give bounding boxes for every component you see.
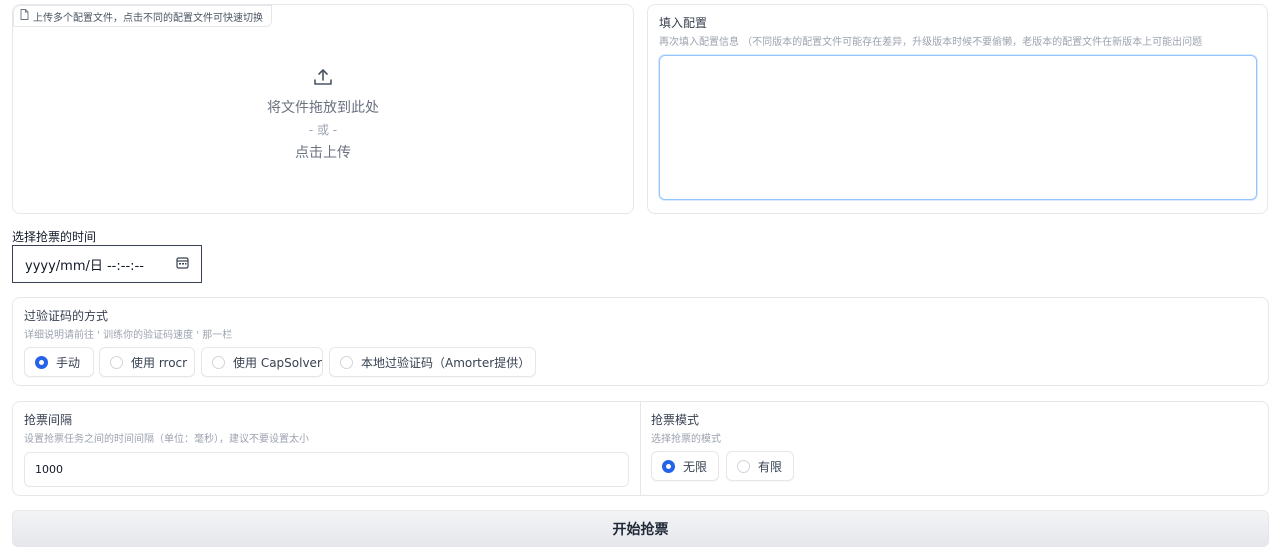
- option-label: 使用 CapSolver: [233, 355, 322, 370]
- radio-dot: [737, 459, 750, 473]
- datetime-placeholder: yyyy/mm/日 --:--:--: [25, 258, 144, 274]
- upload-icon: [13, 67, 633, 91]
- datetime-input[interactable]: yyyy/mm/日 --:--:--: [12, 245, 202, 283]
- interval-input[interactable]: 1000: [24, 452, 629, 487]
- radio-dot: [35, 355, 48, 369]
- config-panel: 填入配置 再次填入配置信息 （不同版本的配置文件可能存在差异，升级版本时候不要偷…: [647, 4, 1268, 214]
- settings-panel: 抢票间隔 设置抢票任务之间的时间间隔（单位：毫秒），建议不要设置太小 1000 …: [12, 401, 1269, 496]
- file-upload-area[interactable]: 上传多个配置文件，点击不同的配置文件可快速切换 将文件拖放到此处 - 或 - 点…: [12, 4, 634, 214]
- time-label: 选择抢票的时间: [12, 230, 97, 244]
- drop-text: 将文件拖放到此处: [267, 100, 379, 116]
- mode-label: 抢票模式: [651, 413, 700, 427]
- option-label: 本地过验证码（Amorter提供）: [361, 355, 531, 370]
- config-info: 再次填入配置信息 （不同版本的配置文件可能存在差异，升级版本时候不要偷懒，老版本…: [659, 37, 1203, 48]
- option-label: 有限: [758, 459, 783, 474]
- config-textarea[interactable]: [659, 55, 1257, 200]
- option-label: 手动: [56, 355, 81, 370]
- click-upload-text[interactable]: 点击上传: [13, 142, 633, 162]
- or-text: - 或 -: [308, 123, 338, 137]
- calendar-icon[interactable]: [176, 256, 189, 273]
- start-button[interactable]: 开始抢票: [12, 510, 1269, 547]
- radio-dot: [212, 355, 225, 369]
- option-label: 无限: [683, 459, 708, 474]
- interval-info: 设置抢票任务之间的时间间隔（单位：毫秒），建议不要设置太小: [24, 434, 309, 445]
- captcha-method-panel: 过验证码的方式 详细说明请前往 ' 训练你的验证码速度 ' 那一栏 手动 使用 …: [12, 297, 1269, 386]
- upload-tag-label: 上传多个配置文件，点击不同的配置文件可快速切换: [33, 12, 263, 24]
- option-label: 使用 rrocr: [131, 355, 188, 370]
- captcha-option-capsolver[interactable]: 使用 CapSolver: [201, 347, 323, 377]
- file-icon: [20, 9, 29, 23]
- captcha-option-local[interactable]: 本地过验证码（Amorter提供）: [329, 347, 536, 377]
- mode-info: 选择抢票的模式: [651, 434, 721, 445]
- captcha-option-manual[interactable]: 手动: [24, 347, 94, 377]
- captcha-label: 过验证码的方式: [24, 309, 109, 323]
- mode-option-unlimited[interactable]: 无限: [651, 451, 719, 481]
- divider: [640, 402, 641, 495]
- upload-tag: 上传多个配置文件，点击不同的配置文件可快速切换: [13, 5, 272, 27]
- radio-dot: [340, 355, 353, 369]
- captcha-option-rrocr[interactable]: 使用 rrocr: [99, 347, 195, 377]
- interval-label: 抢票间隔: [24, 413, 73, 427]
- radio-dot: [110, 355, 123, 369]
- captcha-info: 详细说明请前往 ' 训练你的验证码速度 ' 那一栏: [24, 330, 233, 341]
- config-label: 填入配置: [659, 16, 708, 30]
- radio-dot: [662, 459, 675, 473]
- mode-option-limited[interactable]: 有限: [726, 451, 794, 481]
